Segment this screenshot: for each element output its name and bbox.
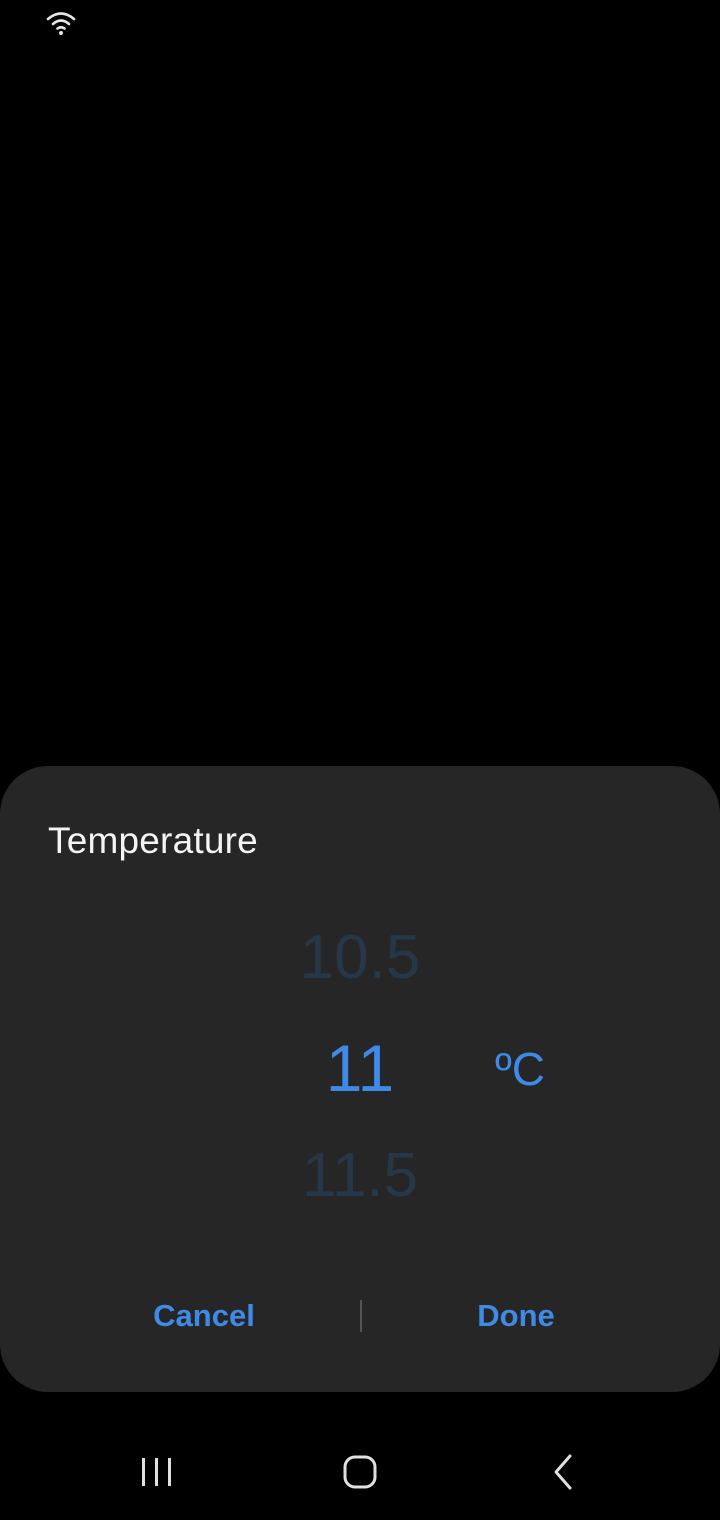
home-icon[interactable]: [320, 1440, 400, 1504]
temperature-picker[interactable]: 10.5 11 11.5 ºC: [0, 896, 720, 1226]
unit-label: ºC: [494, 1043, 546, 1095]
recents-icon[interactable]: [118, 1440, 198, 1504]
navigation-bar: [0, 1420, 720, 1520]
temperature-dialog: Temperature 10.5 11 11.5 ºC Cancel Done: [0, 766, 720, 1392]
dialog-title: Temperature: [48, 820, 258, 861]
picker-selected-value[interactable]: 11: [240, 1028, 480, 1108]
wifi-icon: [46, 12, 76, 35]
back-icon[interactable]: [524, 1440, 604, 1504]
picker-previous-value[interactable]: 10.5: [240, 918, 480, 998]
cancel-button[interactable]: Cancel: [54, 1276, 354, 1356]
status-bar: [0, 0, 720, 44]
dialog-button-row: Cancel Done: [0, 1276, 720, 1356]
done-button[interactable]: Done: [366, 1276, 666, 1356]
screen: Temperature 10.5 11 11.5 ºC Cancel Done: [0, 0, 720, 1520]
button-divider: [360, 1300, 362, 1332]
picker-next-value[interactable]: 11.5: [240, 1136, 480, 1216]
